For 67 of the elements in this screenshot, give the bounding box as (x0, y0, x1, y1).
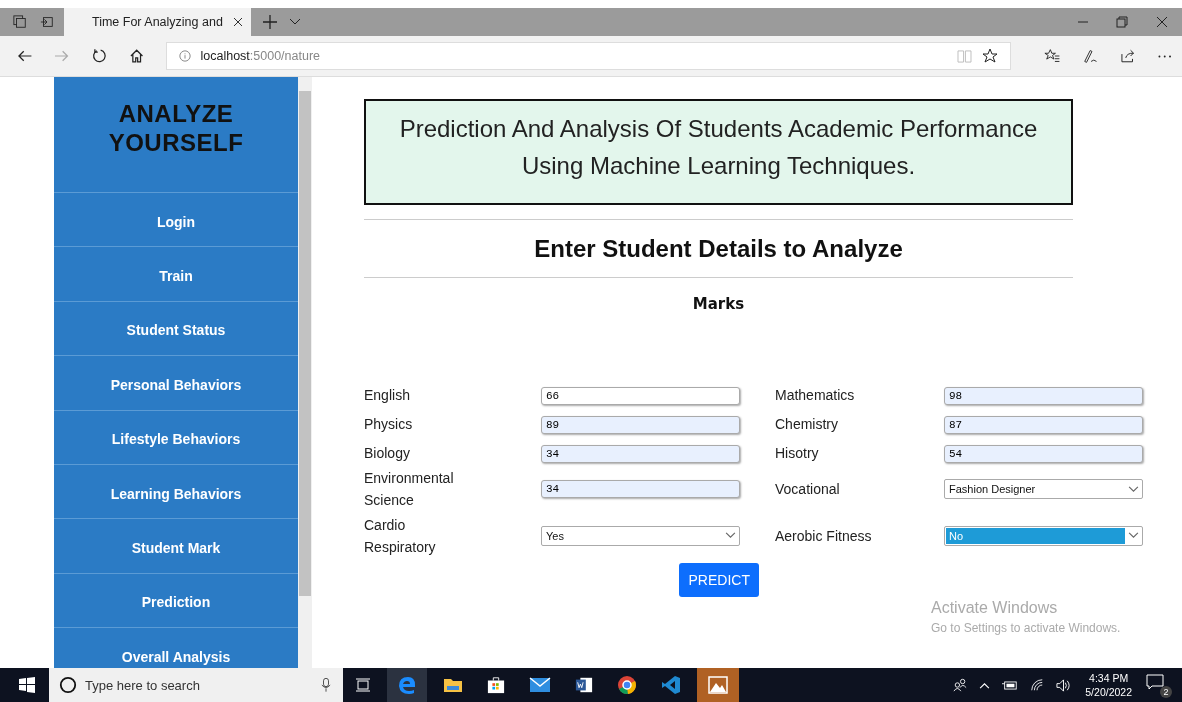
mark-input[interactable]: 54 (944, 444, 1143, 463)
battery-icon[interactable] (1002, 679, 1019, 691)
taskbar-search-field[interactable]: Type here to search (49, 668, 343, 702)
new-tab-icon[interactable] (262, 15, 277, 29)
favorites-icon[interactable] (1043, 48, 1060, 64)
mark-input[interactable]: 89 (541, 415, 740, 434)
form-heading: Enter Student Details to Analyze (533, 235, 904, 263)
refresh-icon[interactable] (91, 48, 108, 64)
clock[interactable]: 4:34 PM 5/20/2022 (1085, 671, 1132, 699)
activation-title: Activate Windows (931, 599, 1059, 617)
field-label: English (364, 385, 411, 405)
mark-input[interactable]: 87 (944, 415, 1143, 434)
dropdown[interactable]: Yes (541, 525, 740, 546)
people-icon[interactable] (953, 678, 968, 692)
field-label: Hisotry (775, 443, 820, 463)
chevron-down-icon[interactable] (288, 18, 301, 26)
word-icon[interactable] (575, 676, 593, 694)
mark-input[interactable]: 98 (944, 386, 1143, 405)
code-editor-icon[interactable] (661, 675, 681, 695)
dropdown[interactable]: Fashion Designer (944, 479, 1143, 499)
star-icon[interactable] (981, 48, 998, 64)
title-banner: Prediction And Analysis Of Students Academic Performance Using Machine Learning Techniques. (364, 99, 1073, 205)
back-icon[interactable] (17, 48, 33, 64)
pen-icon[interactable] (1081, 48, 1099, 64)
field-label: Cardio Respiratory (364, 515, 437, 557)
cortana-icon (59, 676, 77, 694)
field-label: Physics (364, 414, 414, 434)
mark-input[interactable]: 34 (541, 444, 740, 463)
wifi-icon[interactable] (1030, 678, 1045, 692)
mark-input[interactable]: 66 (541, 386, 740, 405)
field-label: Environmental Science (364, 469, 455, 510)
mark-input[interactable]: 34 (541, 480, 740, 498)
folder-icon[interactable] (443, 677, 463, 693)
notification-count: 2 (1160, 686, 1172, 698)
address-bar[interactable]: localhost:5000/nature (165, 42, 1011, 70)
browser-tab[interactable]: Time For Analyzing and (64, 8, 251, 36)
chevron-down-icon[interactable] (1127, 485, 1139, 493)
volume-icon[interactable] (1056, 677, 1072, 693)
field-label: Chemistry (775, 414, 839, 434)
windows-icon[interactable] (19, 677, 35, 693)
browser-icon[interactable] (387, 668, 427, 702)
task-view-icon[interactable] (355, 677, 371, 693)
close-icon[interactable] (232, 17, 243, 27)
close-icon[interactable] (1156, 16, 1168, 28)
tabs-aside-icon[interactable] (13, 15, 27, 29)
tab-restore-icon[interactable] (40, 15, 54, 29)
scrollbar[interactable] (298, 77, 312, 668)
photos-icon[interactable] (697, 668, 739, 702)
chevron-up-icon[interactable] (979, 681, 991, 689)
chrome-icon[interactable] (617, 675, 637, 695)
info-icon[interactable] (178, 50, 191, 62)
predict-button[interactable]: PREDICT (678, 563, 759, 597)
activation-text: Go to Settings to activate Windows. (931, 621, 1121, 635)
home-icon[interactable] (129, 48, 145, 64)
restore-icon[interactable] (1116, 16, 1128, 28)
chevron-down-icon[interactable] (724, 532, 736, 539)
microphone-icon[interactable] (321, 677, 331, 693)
mail-icon[interactable] (529, 677, 551, 693)
field-label: Biology (364, 443, 411, 463)
section-title: Marks (691, 295, 746, 315)
field-label: Aerobic Fitness (775, 526, 873, 546)
chevron-down-icon[interactable] (1127, 532, 1139, 539)
more-icon[interactable] (1157, 54, 1171, 58)
field-label: Vocational (775, 480, 841, 499)
field-label: Mathematics (775, 385, 856, 405)
store-icon[interactable] (487, 676, 505, 694)
share-icon[interactable] (1120, 48, 1136, 64)
